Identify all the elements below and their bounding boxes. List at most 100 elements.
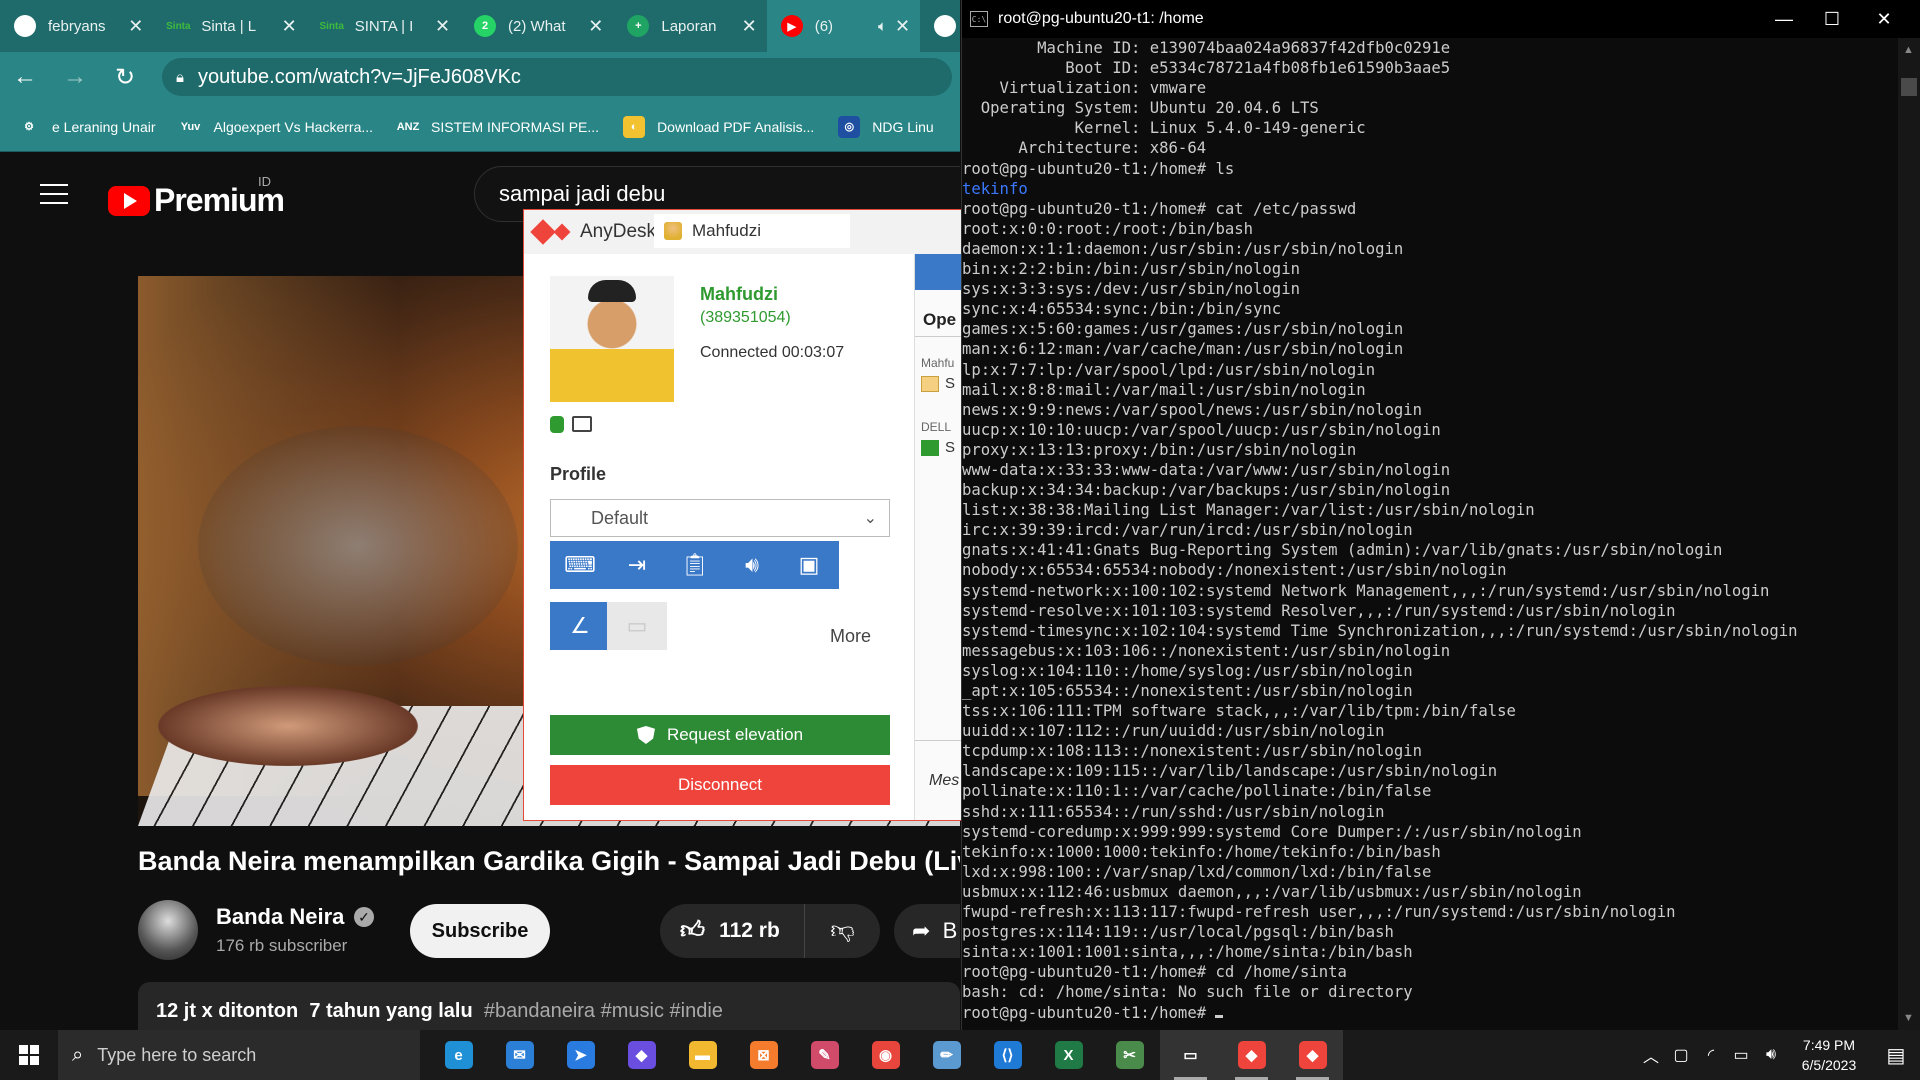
disconnect-button[interactable]: Disconnect [550,765,890,805]
taskbar-app[interactable]: ✎ [794,1030,855,1080]
more-link[interactable]: More [830,626,871,647]
taskbar-app[interactable]: ✂ [1099,1030,1160,1080]
close-tab-icon[interactable]: ✕ [282,16,297,37]
taskbar-app[interactable]: ➤ [550,1030,611,1080]
recent-item-1[interactable]: S [945,375,955,392]
desktop-icon[interactable] [921,376,939,392]
taskbar-app[interactable]: ◆ [1221,1030,1282,1080]
taskbar-app[interactable]: ◆ [1282,1030,1343,1080]
browser-tab[interactable] [920,0,960,52]
terminal-line-text: root@pg-ubuntu20-t1:/home# ls [962,159,1235,178]
battery-icon[interactable]: ▭ [1726,1045,1756,1065]
notifications-icon[interactable]: ▤ [1872,1043,1920,1068]
taskbar-app[interactable]: ⟨⟩ [977,1030,1038,1080]
terminal-line-text: mail:x:8:8:mail:/var/mail:/usr/sbin/nolo… [962,380,1366,399]
terminal-line: systemd-resolve:x:101:103:systemd Resolv… [962,601,1897,621]
scroll-thumb[interactable] [1901,78,1917,96]
close-tab-icon[interactable]: ✕ [588,16,603,37]
like-button[interactable]: 👍︎ 112 rb [660,904,805,958]
search-placeholder: Type here to search [97,1044,257,1065]
terminal-line-text: tekinfo [962,179,1028,198]
country-code: ID [258,174,271,189]
bookmark-item[interactable]: ANZ SISTEM INFORMASI PE... [397,115,599,138]
record-button[interactable]: ▣ [779,541,839,589]
screen-lock-icon: ▭ [626,613,648,638]
menu-icon[interactable] [40,184,68,206]
speaker-icon[interactable]: 🔈︎ [878,18,887,35]
description-box[interactable]: 12 jt x ditonton 7 tahun yang lalu #band… [138,982,960,1030]
share-button[interactable]: ➦ B [894,904,960,958]
browser-tab[interactable]: + Laporan ✕ [613,0,766,52]
clipboard-button[interactable]: 📋︎ [665,541,725,589]
chevron-up-icon[interactable]: ︿ [1636,1043,1666,1067]
taskbar-app[interactable]: ⊠ [733,1030,794,1080]
maximize-button[interactable]: ☐ [1802,0,1862,38]
browser-tab[interactable]: ▶ (6) 🔈︎ ✕ [766,0,921,52]
audio-button[interactable]: 🔊︎ [722,541,782,589]
taskbar-search-input[interactable]: ⌕ Type here to search [58,1030,420,1080]
terminal-output[interactable]: Machine ID: e139074baa024a96837f42dfb0c0… [962,38,1897,1030]
browser-tab[interactable]: Sinta SINTA | I ✕ [307,0,460,52]
wifi-icon[interactable]: ◜ [1696,1045,1726,1065]
subscribe-button[interactable]: Subscribe [410,904,550,958]
forward-button[interactable]: → [50,52,100,102]
dislike-button[interactable]: 👎︎ [805,904,880,958]
taskbar-app[interactable]: ✉ [489,1030,550,1080]
bookmark-item[interactable]: ⚙ e Leraning Unair [18,115,156,138]
hashtags[interactable]: #bandaneira #music #indie [484,1000,723,1022]
close-tab-icon[interactable]: ✕ [435,16,450,37]
close-tab-icon[interactable]: ✕ [128,16,143,37]
check-icon[interactable] [921,440,939,456]
clock[interactable]: 7:49 PM 6/5/2023 [1786,1035,1872,1075]
terminal-titlebar: C:\ root@pg-ubuntu20-t1: /home — ☐ ✕ [962,0,1920,38]
start-button[interactable] [0,1030,58,1080]
scroll-up-icon[interactable]: ▲ [1903,44,1914,56]
anydesk-side-panel: Ope Mahfu S DELL S Mes [914,254,962,820]
terminal-scrollbar[interactable]: ▲ ▼ [1898,38,1920,1030]
keyboard-mouse-icon: ⌨ [564,552,596,577]
browser-tab[interactable]: 2 (2) What ✕ [460,0,613,52]
browser-tab[interactable]: febryans ✕ [0,0,153,52]
upload-age: 7 tahun yang lalu [309,1000,473,1022]
back-button[interactable]: ← [0,52,50,102]
bookmark-item[interactable]: ◐ Download PDF Analisis... [623,115,814,138]
meet-now-icon[interactable]: ▢ [1666,1045,1696,1065]
session-tab[interactable]: Mahfudzi [654,214,850,248]
taskbar-app[interactable]: X [1038,1030,1099,1080]
bookmark-item[interactable]: ◎ NDG Linu [838,115,934,138]
volume-icon[interactable]: 🔊︎ [1756,1046,1786,1064]
close-tab-icon[interactable]: ✕ [895,16,910,37]
taskbar-app[interactable]: ◆ [611,1030,672,1080]
keyboard-mouse-button[interactable]: ⌨ [550,541,610,589]
screen-lock-button[interactable]: ▭ [607,602,667,650]
terminal-line-text: systemd-network:x:100:102:systemd Networ… [962,581,1770,600]
terminal-line-text: bin:x:2:2:bin:/bin:/usr/sbin/nologin [962,260,1300,279]
taskbar-app[interactable]: ▬ [672,1030,733,1080]
taskbar-app[interactable]: e [428,1030,489,1080]
request-elevation-button[interactable]: Request elevation [550,715,890,755]
channel-name[interactable]: Banda Neira [216,904,344,930]
bookmark-item[interactable]: Yuv Algoexpert Vs Hackerra... [179,115,373,138]
taskbar-app[interactable]: ✏ [916,1030,977,1080]
taskbar-app[interactable]: ◉ [855,1030,916,1080]
file-transfer-button[interactable]: ⇥ [607,541,667,589]
taskbar-app[interactable]: ▭ [1160,1030,1221,1080]
monitor-icon [572,416,592,432]
terminal-line-text: games:x:5:60:games:/usr/games:/usr/sbin/… [962,320,1404,339]
draw-button[interactable]: ∠ [550,602,610,650]
terminal-icon: ▭ [1176,1041,1205,1069]
profile-dropdown[interactable]: Default ⌄ [550,499,890,537]
windows-logo-icon [19,1045,39,1065]
scroll-down-icon[interactable]: ▼ [1903,1012,1914,1024]
address-bar[interactable]: 🔒︎ youtube.com/watch?v=JjFeJ608VKc [162,58,952,96]
reload-button[interactable]: ↻ [100,52,150,102]
recent-item-2[interactable]: S [945,439,955,456]
close-button[interactable]: ✕ [1854,0,1914,38]
system-tray: ︿ ▢ ◜ ▭ 🔊︎ 7:49 PM 6/5/2023 ▤ [1636,1030,1920,1080]
terminal-line-text: syslog:x:104:110::/home/syslog:/usr/sbin… [962,661,1413,680]
github-icon [14,15,36,37]
close-tab-icon[interactable]: ✕ [742,16,757,37]
browser-tab[interactable]: Sinta Sinta | L ✕ [153,0,306,52]
terminal-line: pollinate:x:110:1::/var/cache/pollinate:… [962,781,1897,801]
channel-avatar[interactable] [138,900,198,960]
